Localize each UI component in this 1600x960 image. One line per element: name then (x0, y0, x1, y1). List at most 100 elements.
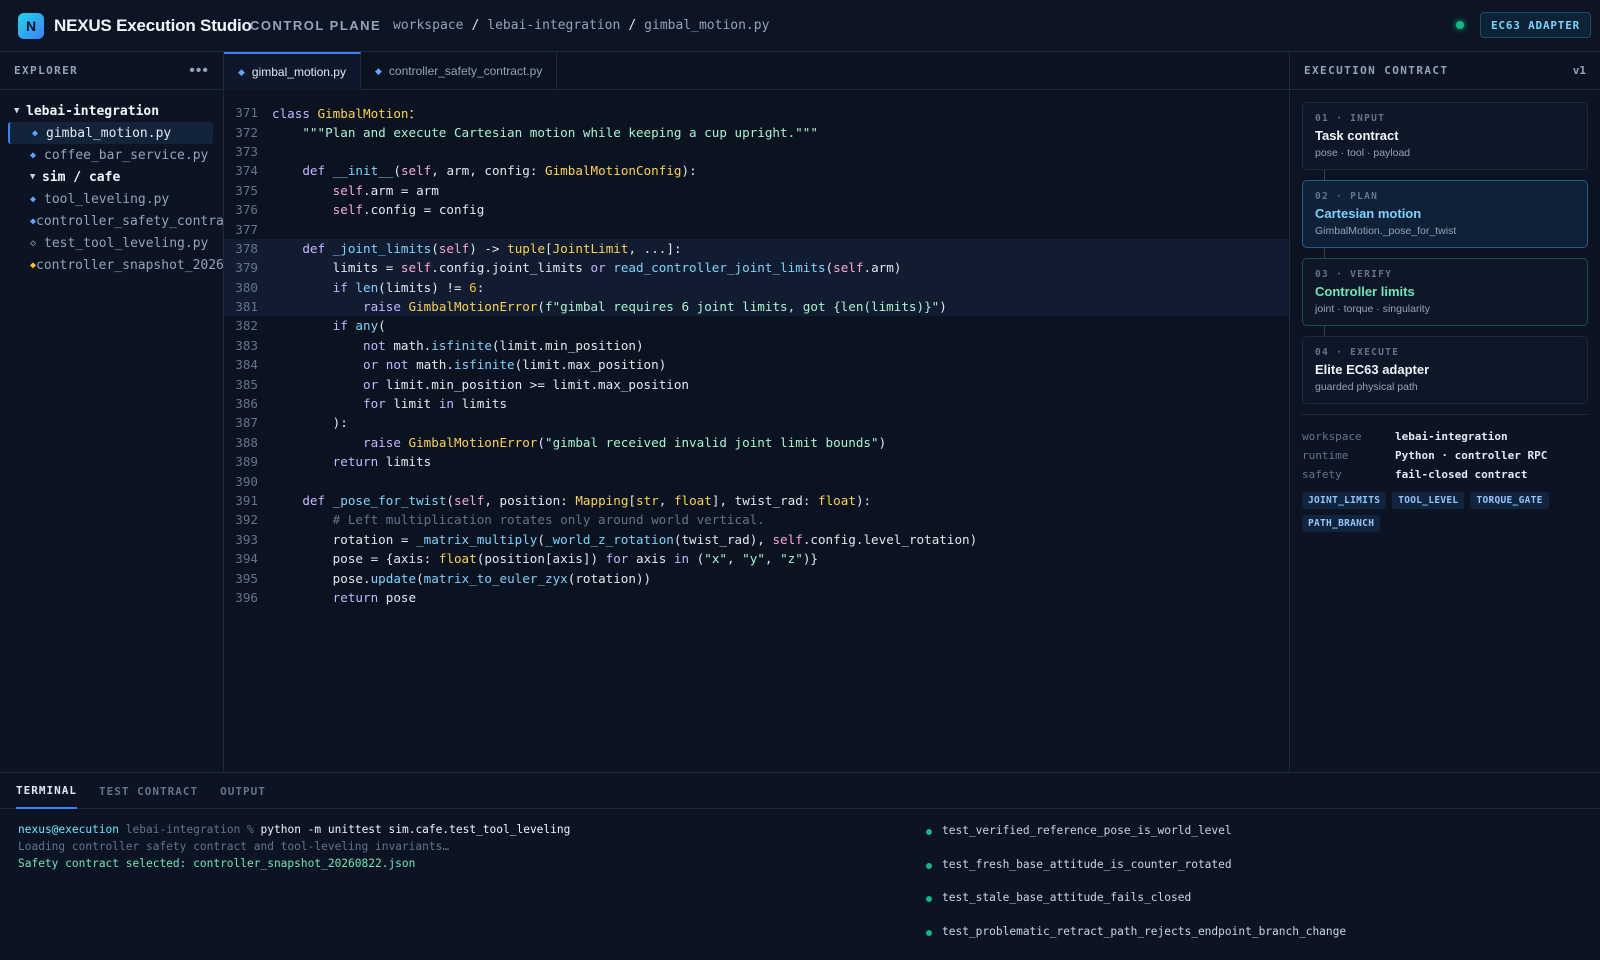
code-token: tuple (507, 240, 546, 256)
code-token: float (438, 551, 477, 567)
meta-value: Python · controller RPC (1395, 449, 1548, 462)
bottom-tab[interactable]: TEST CONTRACT (99, 773, 198, 809)
contract-chip[interactable]: TOOL_LEVEL (1392, 492, 1465, 509)
tree-folder[interactable]: ▼ lebai-integration (0, 100, 223, 122)
contract-step-input[interactable]: 01 · INPUT Task contract pose · tool · pay… (1302, 102, 1588, 170)
code-token: .arm) (863, 260, 902, 276)
code-text: self.arm = arm (272, 183, 439, 198)
code-token: (limit.min_position) (491, 337, 644, 353)
tree-file[interactable]: ◆ coffee_bar_service.py (0, 144, 223, 166)
line-number: 376 (235, 202, 258, 218)
terminal-command-line: nexus@execution lebai-integration % pyth… (18, 823, 570, 840)
code-token: self (772, 531, 803, 547)
code-token: limits = (272, 260, 401, 276)
code-token: math. (416, 357, 454, 373)
code-token: "y" (742, 551, 765, 567)
code-token: )} (802, 551, 819, 567)
test-result-row: test_verified_reference_pose_is_world_le… (926, 821, 1346, 855)
code-token: f"gimbal requires 6 joint limits, got {l… (544, 299, 940, 315)
connection-status-dot (1456, 21, 1464, 29)
code-token: ) (878, 434, 887, 450)
step-desc: pose · tool · payload (1315, 147, 1411, 159)
code-text: if len(limits) != 6: (272, 279, 485, 295)
code-token: if (272, 279, 356, 295)
terminal-output[interactable]: nexus@execution lebai-integration % pyth… (18, 823, 570, 874)
breadcrumb-separator: / (628, 18, 637, 33)
step-tag: 01 · INPUT (1315, 113, 1386, 124)
caret-down-icon[interactable]: ▼ (14, 106, 26, 116)
code-line: 385 or limit.min_position >= limit.max_p… (224, 374, 1289, 393)
tree-folder[interactable]: ▼ sim / cafe (0, 166, 223, 188)
code-token: .config.joint_limits (431, 260, 591, 276)
code-token: [ (545, 240, 553, 256)
contract-step-execute[interactable]: 04 · EXECUTE Elite EC63 adapter guarded ph… (1302, 336, 1588, 404)
breadcrumb-workspace[interactable]: workspace (393, 18, 463, 33)
code-token: ): (272, 415, 348, 431)
line-number: 382 (235, 318, 258, 334)
code-token: self (272, 182, 363, 198)
more-options-icon[interactable]: ••• (189, 62, 209, 80)
code-token: pose. (272, 570, 371, 586)
caret-down-icon[interactable]: ▼ (30, 172, 42, 182)
code-token: "x" (704, 551, 727, 567)
breadcrumb-file[interactable]: gimbal_motion.py (644, 18, 769, 33)
terminal-user: nexus@execution (18, 823, 120, 836)
code-token: if (272, 318, 356, 334)
contract-chip[interactable]: JOINT_LIMITS (1302, 492, 1387, 509)
tree-file[interactable]: ◆controller_safety_contract.py (0, 210, 223, 232)
contract-chip[interactable]: TORQUE_GATE (1470, 492, 1549, 509)
contract-chip[interactable]: PATH_BRANCH (1302, 515, 1381, 532)
code-token: ( (537, 531, 545, 547)
code-token: ( (416, 570, 424, 586)
code-token: return (272, 454, 386, 470)
code-token: def (272, 493, 333, 508)
contract-step-plan[interactable]: 02 · PLAN Cartesian motion GimbalMotion._p… (1302, 180, 1588, 248)
tree-item-label: gimbal_motion.py (46, 125, 172, 141)
pass-status-dot (926, 829, 932, 835)
code-area[interactable]: 371 class GimbalMotion： 372 """Plan and ex… (224, 90, 1289, 607)
code-token: ( (393, 163, 401, 179)
code-token: limits (385, 454, 432, 470)
line-number: 394 (235, 551, 258, 567)
bottom-tab[interactable]: OUTPUT (220, 773, 266, 809)
contract-version: v1 (1572, 64, 1586, 77)
editor-tab[interactable]: ◆ controller_safety_contract.py (361, 52, 558, 90)
code-text: """Plan and execute Cartesian motion whi… (272, 125, 818, 140)
adapter-badge[interactable]: EC63 ADAPTER (1480, 12, 1592, 38)
code-token: self (400, 163, 432, 179)
code-line: 395 pose.update(matrix_to_euler_zyx(rota… (224, 568, 1289, 587)
top-bar: N NEXUS Execution Studio CONTROL PLANE w… (0, 0, 1600, 52)
code-token: len (355, 279, 379, 295)
meta-row: safety fail-closed contract (1302, 465, 1588, 484)
step-name: Cartesian motion (1315, 206, 1422, 221)
code-token: isfinite (453, 357, 515, 373)
code-token: (limits) != (378, 279, 470, 295)
code-token: self (400, 260, 432, 276)
tree-file[interactable]: ◆ gimbal_motion.py (8, 122, 213, 144)
contract-step-verify[interactable]: 03 · VERIFY Controller limits joint · torq… (1302, 258, 1588, 326)
code-token: _pose_for_twist (332, 493, 447, 508)
code-token: , position: (484, 493, 576, 508)
step-desc: guarded physical path (1315, 381, 1418, 393)
code-token: self (438, 240, 470, 256)
tree-file[interactable]: ◆ tool_leveling.py (0, 188, 223, 210)
code-text: self.config = config (272, 202, 485, 218)
bottom-tab[interactable]: TERMINAL (16, 773, 77, 809)
code-token: for (605, 551, 636, 567)
code-token: .config = config (363, 202, 485, 218)
code-line: 390 (224, 471, 1289, 490)
code-text: def _joint_limits(self) -> tuple[JointLi… (272, 240, 681, 256)
tree-file[interactable]: ◇ test_tool_leveling.py (0, 232, 223, 254)
code-line: 376 self.config = config (224, 200, 1289, 219)
code-text: class GimbalMotion： (272, 103, 421, 122)
line-number: 391 (235, 493, 258, 508)
code-text: raise GimbalMotionError("gimbal received… (272, 435, 886, 450)
code-text: def _pose_for_twist(self, position: Mapp… (272, 493, 871, 508)
breadcrumb-project[interactable]: lebai-integration (487, 18, 620, 33)
editor-tab[interactable]: ◆ gimbal_motion.py (224, 52, 361, 90)
line-number: 388 (235, 434, 258, 450)
step-desc: GimbalMotion._pose_for_twist (1315, 225, 1457, 237)
app-logo: N (18, 13, 44, 39)
tree-file[interactable]: ◆controller_snapshot_20260822.json (0, 254, 223, 276)
code-text: rotation = _matrix_multiply(_world_z_rot… (272, 531, 978, 547)
